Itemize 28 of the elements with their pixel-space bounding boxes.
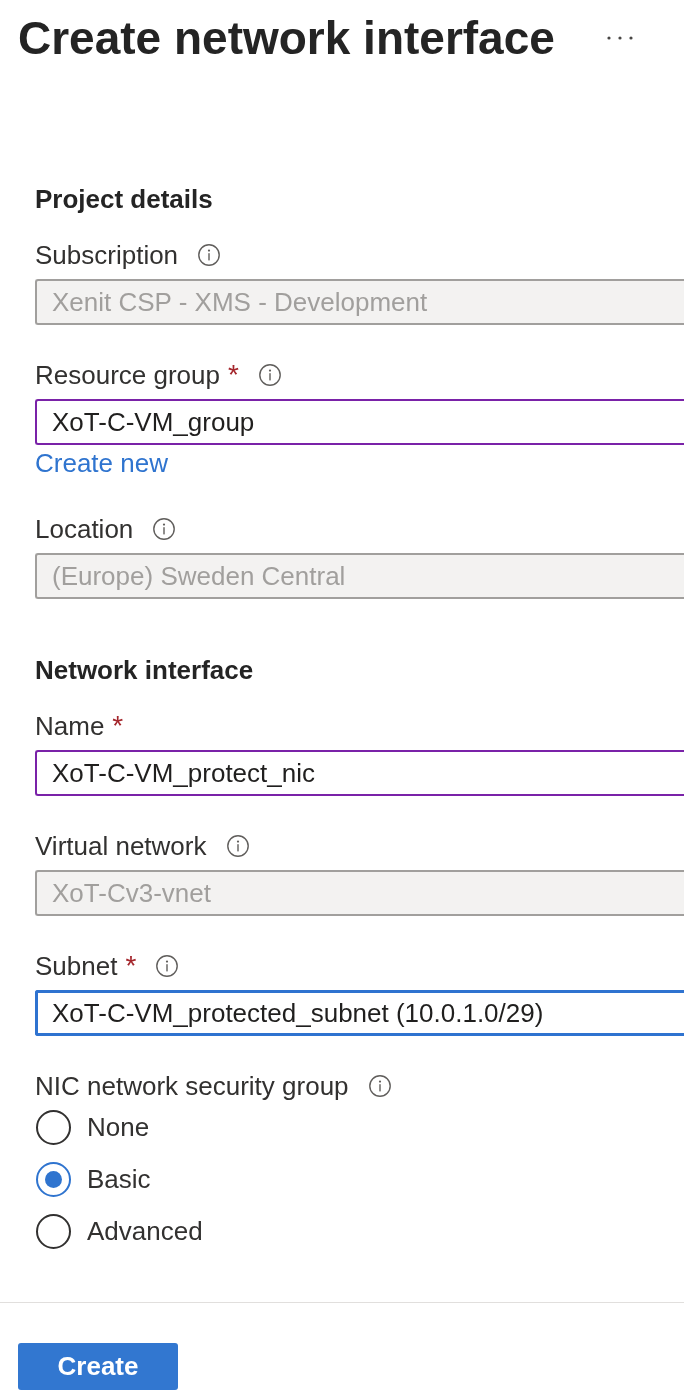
field-label: Location xyxy=(35,513,134,546)
required-asterisk: * xyxy=(112,709,124,743)
radio-option[interactable]: Basic xyxy=(35,1153,151,1205)
field-label: Name xyxy=(35,710,105,743)
page-title: Create network interface xyxy=(18,11,555,66)
radio-icon[interactable] xyxy=(36,1161,71,1197)
field-label: Subnet xyxy=(35,950,118,983)
field-label: Subscription xyxy=(35,239,179,272)
field-label: Resource group xyxy=(35,359,220,392)
radio-icon[interactable] xyxy=(36,1213,71,1249)
info-icon[interactable] xyxy=(368,1075,391,1097)
radio-option[interactable]: None xyxy=(35,1101,150,1153)
required-asterisk: * xyxy=(228,358,239,392)
info-icon[interactable] xyxy=(258,364,281,386)
more-options-icon[interactable] xyxy=(606,36,633,40)
field-label: NIC network security group xyxy=(35,1070,349,1103)
info-icon[interactable] xyxy=(156,955,179,977)
section-heading: Project details xyxy=(35,183,214,216)
text-field[interactable]: XoT-C-VM_group xyxy=(35,399,684,445)
radio-icon[interactable] xyxy=(36,1109,71,1145)
radio-option[interactable]: Advanced xyxy=(35,1205,203,1257)
required-asterisk: * xyxy=(125,949,137,983)
create-new-link[interactable]: Create new xyxy=(35,447,168,479)
text-field[interactable]: XoT-C-VM_protected_subnet (10.0.1.0/29) xyxy=(35,990,684,1036)
text-field[interactable]: XoT-C-VM_protect_nic xyxy=(35,750,684,796)
field-label: Virtual network xyxy=(35,830,207,863)
create-button[interactable]: Create xyxy=(18,1343,178,1390)
section-heading: Network interface xyxy=(35,654,255,687)
